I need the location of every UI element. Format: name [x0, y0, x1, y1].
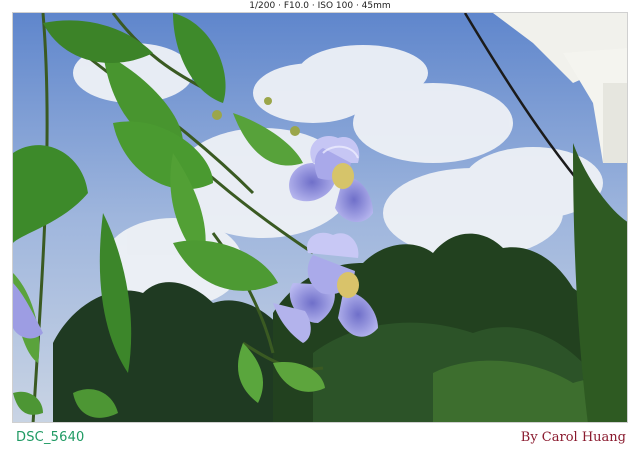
photo-frame: 1/200 · F10.0 · ISO 100 · 45mm DSC_5640 … — [0, 0, 640, 455]
flower-photo — [13, 13, 627, 422]
photo-filename: DSC_5640 — [16, 430, 85, 445]
exif-info: 1/200 · F10.0 · ISO 100 · 45mm — [249, 1, 391, 11]
photo — [12, 12, 628, 423]
photo-author: By Carol Huang — [520, 430, 626, 445]
